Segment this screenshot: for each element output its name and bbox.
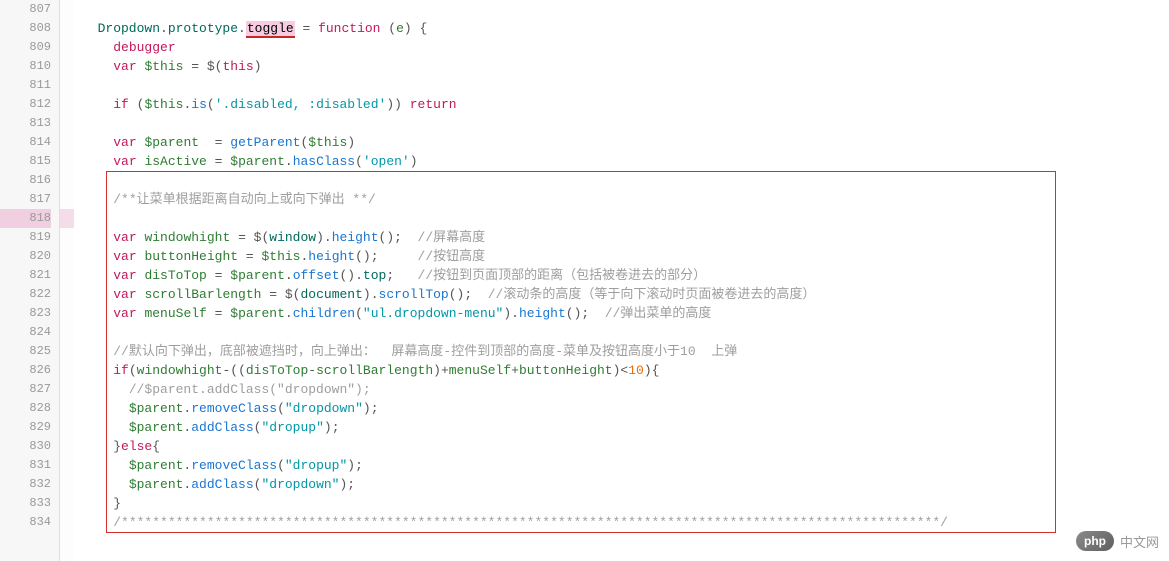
line-number[interactable]: 814 (0, 133, 51, 152)
code-line[interactable]: if(windowhight-((disToTop-scrollBarlengt… (82, 361, 1169, 380)
code-line[interactable]: var buttonHeight = $this.height(); //按钮高… (82, 247, 1169, 266)
margin-cell[interactable] (60, 152, 74, 171)
code-line[interactable] (82, 323, 1169, 342)
margin-cell[interactable] (60, 494, 74, 513)
margin-cell[interactable] (60, 361, 74, 380)
line-number[interactable]: 827 (0, 380, 51, 399)
line-number[interactable]: 819 (0, 228, 51, 247)
code-line[interactable]: var $this = $(this) (82, 57, 1169, 76)
code-line[interactable]: var isActive = $parent.hasClass('open') (82, 152, 1169, 171)
line-number[interactable]: 829 (0, 418, 51, 437)
code-line[interactable]: var scrollBarlength = $(document).scroll… (82, 285, 1169, 304)
breakpoint-margin[interactable] (60, 0, 74, 561)
code-line[interactable]: //$parent.addClass("dropdown"); (82, 380, 1169, 399)
code-line[interactable]: Dropdown.prototype.toggle = function (e)… (82, 19, 1169, 38)
line-number[interactable]: 833 (0, 494, 51, 513)
highlighted-token: toggle (246, 21, 295, 38)
code-line[interactable]: /**让菜单根据距离自动向上或向下弹出 **/ (82, 190, 1169, 209)
code-line[interactable]: $parent.removeClass("dropup"); (82, 456, 1169, 475)
line-number[interactable]: 815 (0, 152, 51, 171)
code-line[interactable]: $parent.addClass("dropup"); (82, 418, 1169, 437)
line-number[interactable]: 825 (0, 342, 51, 361)
code-line[interactable] (82, 114, 1169, 133)
code-line[interactable]: $parent.removeClass("dropdown"); (82, 399, 1169, 418)
margin-cell[interactable] (60, 0, 74, 19)
code-line[interactable] (82, 171, 1169, 190)
line-number[interactable]: 818 (0, 209, 51, 228)
margin-cell[interactable] (60, 380, 74, 399)
line-number[interactable]: 826 (0, 361, 51, 380)
margin-cell[interactable] (60, 133, 74, 152)
line-number[interactable]: 828 (0, 399, 51, 418)
code-line[interactable] (82, 76, 1169, 95)
code-line[interactable] (82, 0, 1169, 19)
line-number[interactable]: 824 (0, 323, 51, 342)
line-number[interactable]: 810 (0, 57, 51, 76)
code-line[interactable] (82, 209, 1169, 228)
line-number[interactable]: 816 (0, 171, 51, 190)
watermark-text: 中文网 (1120, 532, 1159, 551)
line-number-gutter[interactable]: 8078088098108118128138148158168178188198… (0, 0, 60, 561)
code-line[interactable]: var $parent = getParent($this) (82, 133, 1169, 152)
margin-cell[interactable] (60, 304, 74, 323)
line-number[interactable]: 830 (0, 437, 51, 456)
line-number[interactable]: 812 (0, 95, 51, 114)
line-number[interactable]: 831 (0, 456, 51, 475)
code-line[interactable]: $parent.addClass("dropdown"); (82, 475, 1169, 494)
code-line[interactable]: debugger (82, 38, 1169, 57)
margin-cell[interactable] (60, 114, 74, 133)
margin-cell[interactable] (60, 323, 74, 342)
margin-cell[interactable] (60, 399, 74, 418)
margin-cell[interactable] (60, 228, 74, 247)
code-line[interactable]: var menuSelf = $parent.children("ul.drop… (82, 304, 1169, 323)
code-line[interactable]: if ($this.is('.disabled, :disabled')) re… (82, 95, 1169, 114)
margin-cell[interactable] (60, 342, 74, 361)
margin-cell[interactable] (60, 209, 74, 228)
code-line[interactable]: var disToTop = $parent.offset().top; //按… (82, 266, 1169, 285)
margin-cell[interactable] (60, 513, 74, 532)
code-line[interactable]: }else{ (82, 437, 1169, 456)
watermark: php 中文网 (1076, 531, 1159, 551)
line-number[interactable]: 817 (0, 190, 51, 209)
line-number[interactable]: 820 (0, 247, 51, 266)
margin-cell[interactable] (60, 38, 74, 57)
line-number[interactable]: 807 (0, 0, 51, 19)
margin-cell[interactable] (60, 266, 74, 285)
margin-cell[interactable] (60, 76, 74, 95)
margin-cell[interactable] (60, 95, 74, 114)
code-line[interactable]: } (82, 494, 1169, 513)
margin-cell[interactable] (60, 19, 74, 38)
margin-cell[interactable] (60, 57, 74, 76)
line-number[interactable]: 822 (0, 285, 51, 304)
margin-cell[interactable] (60, 285, 74, 304)
margin-cell[interactable] (60, 418, 74, 437)
line-number[interactable]: 834 (0, 513, 51, 532)
line-number[interactable]: 808 (0, 19, 51, 38)
code-line[interactable]: var windowhight = $(window).height(); //… (82, 228, 1169, 247)
code-content[interactable]: Dropdown.prototype.toggle = function (e)… (74, 0, 1169, 561)
code-editor[interactable]: 8078088098108118128138148158168178188198… (0, 0, 1169, 561)
line-number[interactable]: 813 (0, 114, 51, 133)
margin-cell[interactable] (60, 475, 74, 494)
line-number[interactable]: 821 (0, 266, 51, 285)
margin-cell[interactable] (60, 190, 74, 209)
margin-cell[interactable] (60, 247, 74, 266)
watermark-badge: php (1076, 531, 1114, 551)
line-number[interactable]: 832 (0, 475, 51, 494)
line-number[interactable]: 811 (0, 76, 51, 95)
margin-cell[interactable] (60, 171, 74, 190)
line-number[interactable]: 809 (0, 38, 51, 57)
margin-cell[interactable] (60, 456, 74, 475)
line-number[interactable]: 823 (0, 304, 51, 323)
code-line[interactable]: /***************************************… (82, 513, 1169, 532)
code-line[interactable]: //默认向下弹出，底部被遮挡时，向上弹出： 屏幕高度-控件到顶部的高度-菜单及按… (82, 342, 1169, 361)
margin-cell[interactable] (60, 437, 74, 456)
